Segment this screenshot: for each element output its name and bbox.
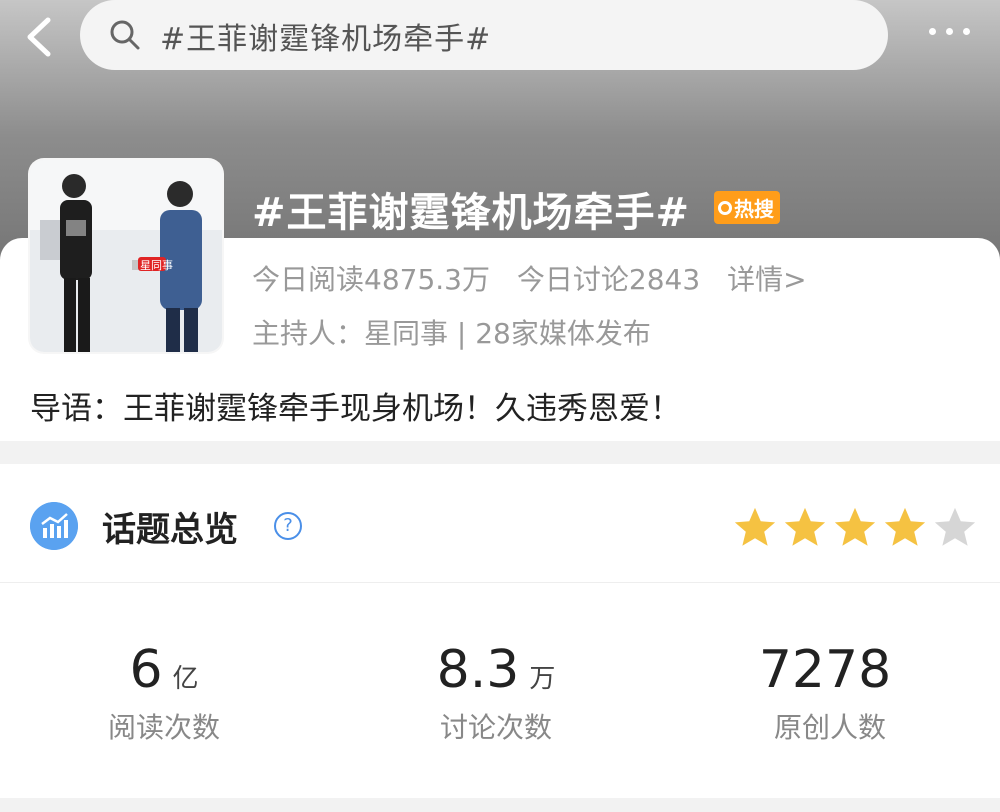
star-icon — [784, 507, 826, 546]
details-link[interactable]: 详情> — [727, 263, 806, 296]
metric-discussions: 8.3 万 讨论次数 — [346, 640, 646, 746]
thumbnail-photo: 星同事 — [30, 160, 222, 352]
star-empty-icon — [934, 507, 976, 546]
topic-title: #王菲谢霆锋机场牵手# — [252, 190, 691, 236]
hot-search-badge[interactable]: 热搜 — [714, 191, 780, 224]
star-icon — [834, 507, 876, 546]
metric-value: 6 — [129, 640, 163, 700]
bottom-spacer — [0, 798, 1000, 812]
metric-reads: 6亿 阅读次数 — [14, 640, 314, 746]
metric-unit: 亿 — [172, 664, 199, 694]
topic-guide: 导语：王菲谢霆锋牵手现身机场！久违秀恩爱！ — [30, 391, 681, 427]
today-stats: 今日阅读4875.3万 今日讨论2843 详情> — [252, 258, 825, 298]
help-icon[interactable]: ? — [274, 512, 302, 540]
more-options-icon[interactable] — [929, 28, 970, 35]
topic-overview-panel: 话题总览 ? 6亿 阅读次数 8.3 万 讨论次数 7278 原创人数 — [0, 464, 1000, 812]
divider — [0, 582, 1000, 583]
topic-thumbnail[interactable]: 星同事 — [30, 160, 222, 352]
metric-label: 阅读次数 — [107, 711, 220, 744]
metric-value: 7278 — [758, 640, 892, 700]
star-icon — [884, 507, 926, 546]
hot-badge-icon — [718, 200, 732, 215]
today-discuss: 今日讨论2843 — [516, 263, 701, 296]
back-arrow-icon[interactable] — [18, 12, 62, 62]
overview-title: 话题总览 — [102, 510, 238, 550]
metric-value: 8.3 — [436, 640, 520, 700]
search-icon — [110, 20, 140, 50]
hot-badge-label: 热搜 — [734, 197, 774, 221]
search-input[interactable]: #王菲谢霆锋机场牵手# — [160, 14, 491, 58]
search-bar[interactable]: #王菲谢霆锋机场牵手# — [80, 0, 888, 70]
metric-label: 讨论次数 — [439, 711, 552, 744]
star-icon — [734, 507, 776, 546]
metric-label: 原创人数 — [773, 711, 886, 744]
rating-stars — [732, 504, 978, 550]
thumbnail-watermark: 星同事 — [140, 259, 173, 272]
host-info[interactable]: 主持人：星同事 | 28家媒体发布 — [252, 312, 651, 352]
trend-chart-icon — [30, 502, 78, 550]
today-read: 今日阅读4875.3万 — [252, 263, 490, 296]
metric-unit: 万 — [529, 664, 556, 694]
metric-original-authors: 7278 原创人数 — [680, 640, 980, 746]
